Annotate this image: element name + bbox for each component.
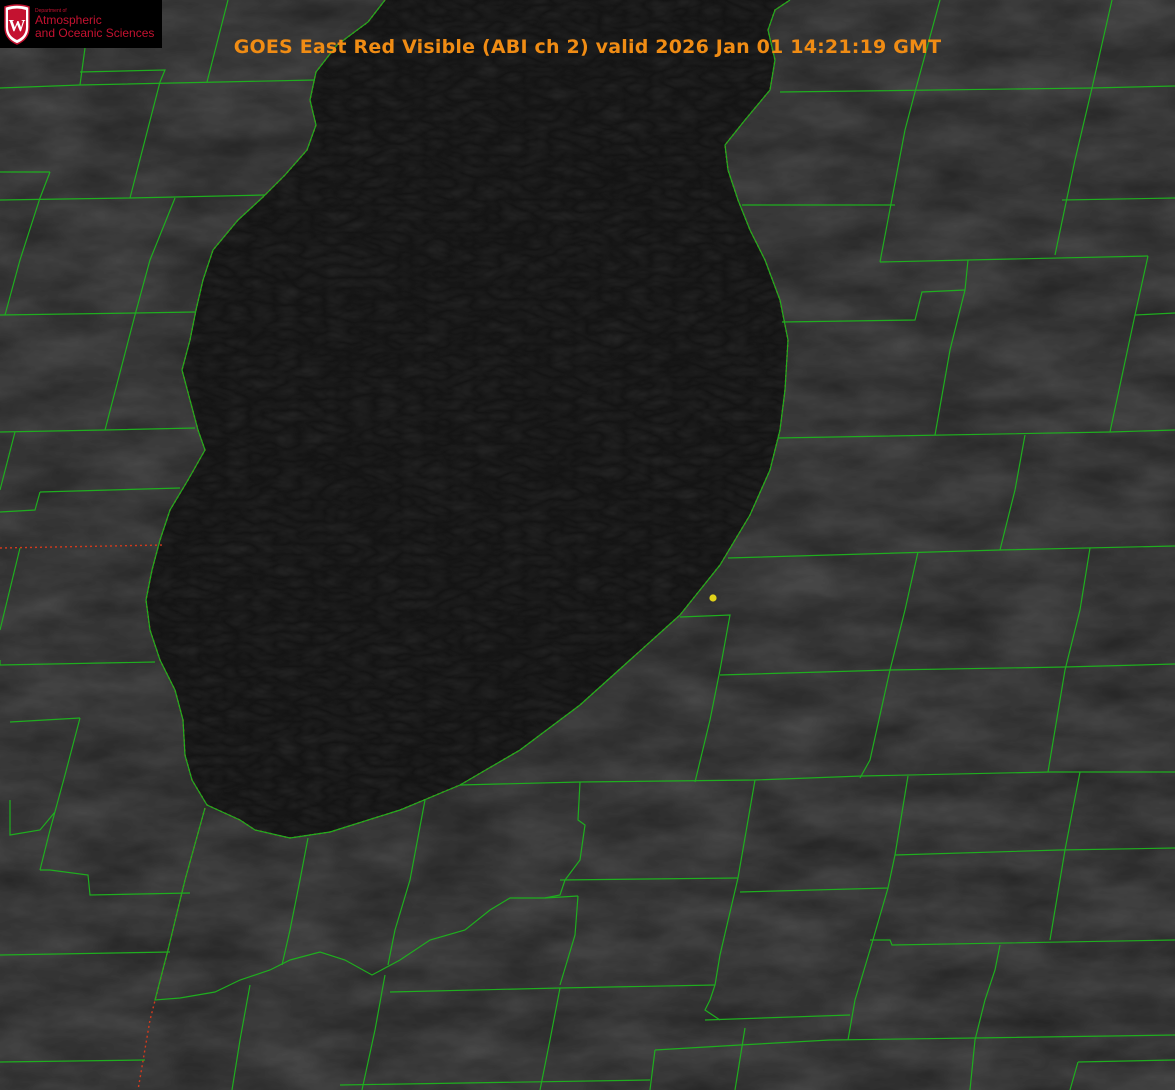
svg-text:W: W <box>9 16 26 35</box>
logo-line-1: Atmospheric <box>35 13 102 28</box>
satellite-map <box>0 0 1175 1090</box>
location-marker-icon <box>709 594 717 602</box>
image-title: GOES East Red Visible (ABI ch 2) valid 2… <box>233 36 942 58</box>
logo-text: Department of Atmospheric and Oceanic Sc… <box>35 8 154 39</box>
